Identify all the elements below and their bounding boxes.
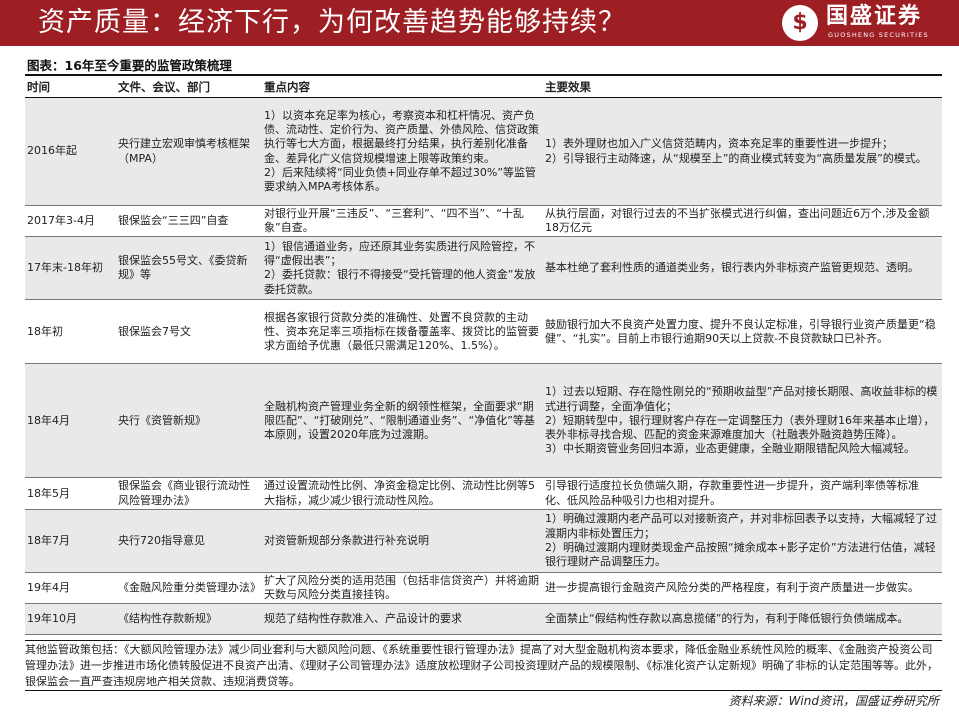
row-effect: 基本杜绝了套利性质的通道类业务，银行表内外非标资产监管更规范、透明。 — [543, 236, 942, 301]
policy-table: 时间 文件、会议、部门 重点内容 主要效果 2016年起 央行建立宏观审慎考核框… — [25, 74, 942, 636]
row-content: 对银行业开展“三违反”、“三套利”、“四不当”、“十乱象”自查。 — [262, 205, 543, 238]
table-row: 19年4月 《金融风险重分类管理办法》 扩大了风险分类的适用范围（包括非信贷资产… — [25, 572, 942, 605]
row-document: 银保监会7号文 — [116, 299, 262, 365]
logo-english-name: GUOSHENG SECURITIES — [828, 31, 929, 39]
table-row: 18年4月 央行《资管新规》 全融机构资产管理业务全新的纲领性框架，全面要求“期… — [25, 363, 942, 479]
row-document: 央行《资管新规》 — [116, 363, 262, 479]
brand-logo: $ 国盛证券 GUOSHENG SECURITIES — [782, 3, 952, 43]
row-time: 2017年3-4月 — [25, 205, 116, 238]
row-effect: 全面禁止“假结构性存款以高息揽储”的行为，有利于降低银行负债端成本。 — [543, 603, 942, 636]
row-time: 18年7月 — [25, 509, 116, 573]
row-effect: 1）表外理财也加入广义信贷范畴内，资本充足率的重要性进一步提升； 2）引导银行主… — [543, 97, 942, 206]
table-row: 17年末-18年初 银保监会55号文、《委贷新规》等 1）银信通道业务，应还原其… — [25, 236, 942, 301]
row-content: 1）银信通道业务，应还原其业务实质进行风险管控，不得“虚假出表”； 2）委托贷款… — [262, 236, 543, 301]
table-row: 2016年起 央行建立宏观审慎考核框架（MPA） 1）以资本充足率为核心，考察资… — [25, 97, 942, 206]
logo-name: 国盛证券 — [826, 4, 923, 29]
table-row: 18年7月 央行720指导意见 对资管新规部分条款进行补充说明 1）明确过渡期内… — [25, 509, 942, 573]
row-document: 《金融风险重分类管理办法》 — [116, 572, 262, 605]
row-time: 19年10月 — [25, 603, 116, 636]
row-effect: 鼓励银行加大不良资产处置力度、提升不良认定标准，引导银行业资产质量更“稳健”、“… — [543, 299, 942, 365]
row-content: 全融机构资产管理业务全新的纲领性框架，全面要求“期限匹配”、“打破刚兑”、“限制… — [262, 363, 543, 479]
figure-title: 图表：16年至今重要的监管政策梳理 — [27, 58, 232, 73]
row-document: 银保监会55号文、《委贷新规》等 — [116, 236, 262, 301]
row-effect: 1）明确过渡期内老产品可以对接新资产，并对非标回表予以支持，大幅减轻了过渡期内非… — [543, 509, 942, 573]
row-time: 18年5月 — [25, 477, 116, 510]
row-time: 18年4月 — [25, 363, 116, 479]
row-content: 通过设置流动性比例、净资金稳定比例、流动性比例等5大指标，减少减少银行流动性风险… — [262, 477, 543, 510]
footnote: 其他监管政策包括：《大额风险管理办法》减少同业套利与大额风险问题、《系统重要性银… — [25, 640, 942, 690]
table-row: 18年初 银保监会7号文 根据各家银行贷款分类的准确性、处置不良贷款的主动性、资… — [25, 299, 942, 365]
row-document: 央行建立宏观审慎考核框架（MPA） — [116, 97, 262, 206]
table-header-row: 时间 文件、会议、部门 重点内容 主要效果 — [25, 74, 942, 98]
table-row: 18年5月 银保监会《商业银行流动性风险管理办法》 通过设置流动性比例、净资金稳… — [25, 477, 942, 510]
row-time: 18年初 — [25, 299, 116, 365]
row-time: 19年4月 — [25, 572, 116, 605]
row-document: 《结构性存款新规》 — [116, 603, 262, 636]
table-row: 2017年3-4月 银保监会“三三四”自查 对银行业开展“三违反”、“三套利”、… — [25, 205, 942, 238]
row-content: 根据各家银行贷款分类的准确性、处置不良贷款的主动性、资本充足率三项指标在拨备覆盖… — [262, 299, 543, 365]
row-document: 银保监会《商业银行流动性风险管理办法》 — [116, 477, 262, 510]
row-time: 17年末-18年初 — [25, 236, 116, 301]
row-effect: 进一步提高银行金融资产风险分类的严格程度，有利于资产质量进一步做实。 — [543, 572, 942, 605]
source-note: 资料来源：Wind资讯，国盛证券研究所 — [728, 694, 939, 708]
row-content: 规范了结构性存款准入、产品设计的要求 — [262, 603, 543, 636]
row-content: 扩大了风险分类的适用范围（包括非信贷资产）并将逾期天数与风险分类直接挂钩。 — [262, 572, 543, 605]
column-header-effect: 主要效果 — [543, 74, 942, 98]
column-header-time: 时间 — [25, 74, 116, 98]
row-effect: 引导银行适度拉长负债端久期，存款重要性进一步提升，资产端利率债等标准化、低风险品… — [543, 477, 942, 510]
header-bar: 资产质量：经济下行，为何改善趋势能够持续？ $ 国盛证券 GUOSHENG SE… — [0, 0, 959, 46]
row-document: 央行720指导意见 — [116, 509, 262, 573]
column-header-document: 文件、会议、部门 — [116, 74, 262, 98]
table-row: 19年10月 《结构性存款新规》 规范了结构性存款准入、产品设计的要求 全面禁止… — [25, 603, 942, 636]
page-title: 资产质量：经济下行，为何改善趋势能够持续？ — [38, 7, 626, 38]
row-effect: 从执行层面，对银行过去的不当扩张模式进行纠偏，查出问题近6万个,涉及金额18万亿… — [543, 205, 942, 238]
bottom-divider — [25, 690, 942, 691]
guosheng-logo-icon: $ — [782, 5, 818, 41]
row-content: 对资管新规部分条款进行补充说明 — [262, 509, 543, 573]
row-time: 2016年起 — [25, 97, 116, 206]
row-effect: 1）过去以短期、存在隐性刚兑的“预期收益型”产品对接长期限、高收益非标的模式进行… — [543, 363, 942, 479]
row-document: 银保监会“三三四”自查 — [116, 205, 262, 238]
column-header-content: 重点内容 — [262, 74, 543, 98]
row-content: 1）以资本充足率为核心，考察资本和杠杆情况、资产负债、流动性、定价行为、资产质量… — [262, 97, 543, 206]
